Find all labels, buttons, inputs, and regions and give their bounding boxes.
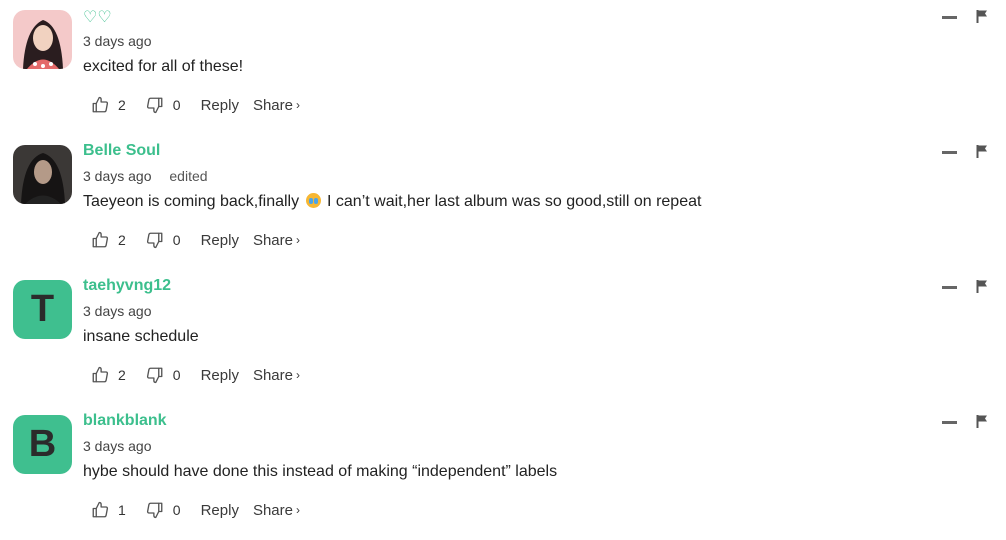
flag-icon [976,415,987,428]
share-label: Share [252,96,293,114]
dislike-count: 0 [172,97,181,113]
reply-button[interactable]: Reply [201,367,239,384]
like-button[interactable]: 1 [91,501,126,519]
chevron-right-icon: › [295,503,300,517]
like-count: 2 [118,97,126,113]
comment-text: insane schedule [83,328,199,346]
comment-item: T taehyvng12 3 days ago insane schedule … [0,270,1006,405]
timestamp[interactable]: 3 days ago [83,303,152,319]
reply-button[interactable]: Reply [201,97,239,114]
username[interactable]: ♡♡ [83,7,112,27]
comment-text-part: I can’t wait,her last album was so good,… [327,193,702,210]
chevron-right-icon: › [295,233,300,247]
thumbs-up-icon [92,96,109,113]
avatar[interactable] [13,145,72,204]
comment-actions: 1 0 Reply Share › [91,499,300,521]
like-button[interactable]: 2 [91,366,126,384]
like-count: 2 [118,367,126,383]
report-button[interactable] [976,280,988,298]
edited-label: edited [169,168,208,184]
comment-text-part: excited for all of these! [83,58,244,75]
comment-item: ♡♡ 3 days ago excited for all of these! … [0,0,1006,135]
comment-text-part: insane schedule [83,328,199,345]
share-button[interactable]: Share › [253,232,300,249]
comment-meta: 3 days ago [83,33,152,49]
collapse-button[interactable] [942,16,957,19]
dislike-count: 0 [172,367,181,383]
comment-text: excited for all of these! [83,58,243,76]
thumbs-down-icon [146,97,163,114]
share-label: Share [252,501,293,519]
collapse-button[interactable] [942,421,957,424]
dislike-button[interactable]: 0 [146,366,181,384]
report-button[interactable] [976,145,988,163]
like-button[interactable]: 2 [91,231,126,249]
share-label: Share [252,366,293,384]
timestamp[interactable]: 3 days ago [83,168,152,184]
flag-icon [976,10,987,23]
dislike-count: 0 [172,502,181,518]
flag-icon [976,280,987,293]
comment-item: B blankblank 3 days ago hybe should have… [0,405,1006,540]
username[interactable]: blankblank [83,412,167,430]
comment-actions: 2 0 Reply Share › [91,364,300,386]
timestamp[interactable]: 3 days ago [83,438,152,454]
reply-button[interactable]: Reply [201,232,239,249]
username[interactable]: Belle Soul [83,142,160,160]
flag-icon [976,145,987,158]
comment-text: Taeyeon is coming back,finally I can’t w… [83,193,701,211]
thumbs-up-icon [92,366,109,383]
comment-text-part: hybe should have done this instead of ma… [83,463,558,480]
share-label: Share [252,231,293,249]
comment-text-part: Taeyeon is coming back,finally [83,193,300,210]
chevron-right-icon: › [295,98,300,112]
avatar[interactable] [13,10,72,69]
collapse-button[interactable] [942,286,957,289]
chevron-right-icon: › [295,368,300,382]
share-button[interactable]: Share › [253,367,300,384]
collapse-button[interactable] [942,151,957,154]
like-button[interactable]: 2 [91,96,126,114]
share-button[interactable]: Share › [253,97,300,114]
dislike-button[interactable]: 0 [146,231,181,249]
comment-text: hybe should have done this instead of ma… [83,463,557,481]
comment-meta: 3 days ago [83,303,152,319]
comment-meta: 3 days ago edited [83,168,208,184]
thumbs-down-icon [146,367,163,384]
dislike-count: 0 [172,232,181,248]
like-count: 2 [118,232,126,248]
thumbs-up-icon [92,501,109,518]
report-button[interactable] [976,415,988,433]
timestamp[interactable]: 3 days ago [83,33,152,49]
avatar[interactable]: T [13,280,72,339]
comment-meta: 3 days ago [83,438,152,454]
username[interactable]: taehyvng12 [83,277,171,295]
comment-actions: 2 0 Reply Share › [91,94,300,116]
thumbs-down-icon [146,502,163,519]
dislike-button[interactable]: 0 [146,501,181,519]
crying-face-emoji-icon [305,193,321,208]
thumbs-up-icon [92,231,109,248]
like-count: 1 [118,502,126,518]
avatar[interactable]: B [13,415,72,474]
reply-button[interactable]: Reply [201,502,239,519]
report-button[interactable] [976,10,988,28]
dislike-button[interactable]: 0 [146,96,181,114]
share-button[interactable]: Share › [253,502,300,519]
thumbs-down-icon [146,232,163,249]
comment-item: Belle Soul 3 days ago edited Taeyeon is … [0,135,1006,270]
comment-actions: 2 0 Reply Share › [91,229,300,251]
